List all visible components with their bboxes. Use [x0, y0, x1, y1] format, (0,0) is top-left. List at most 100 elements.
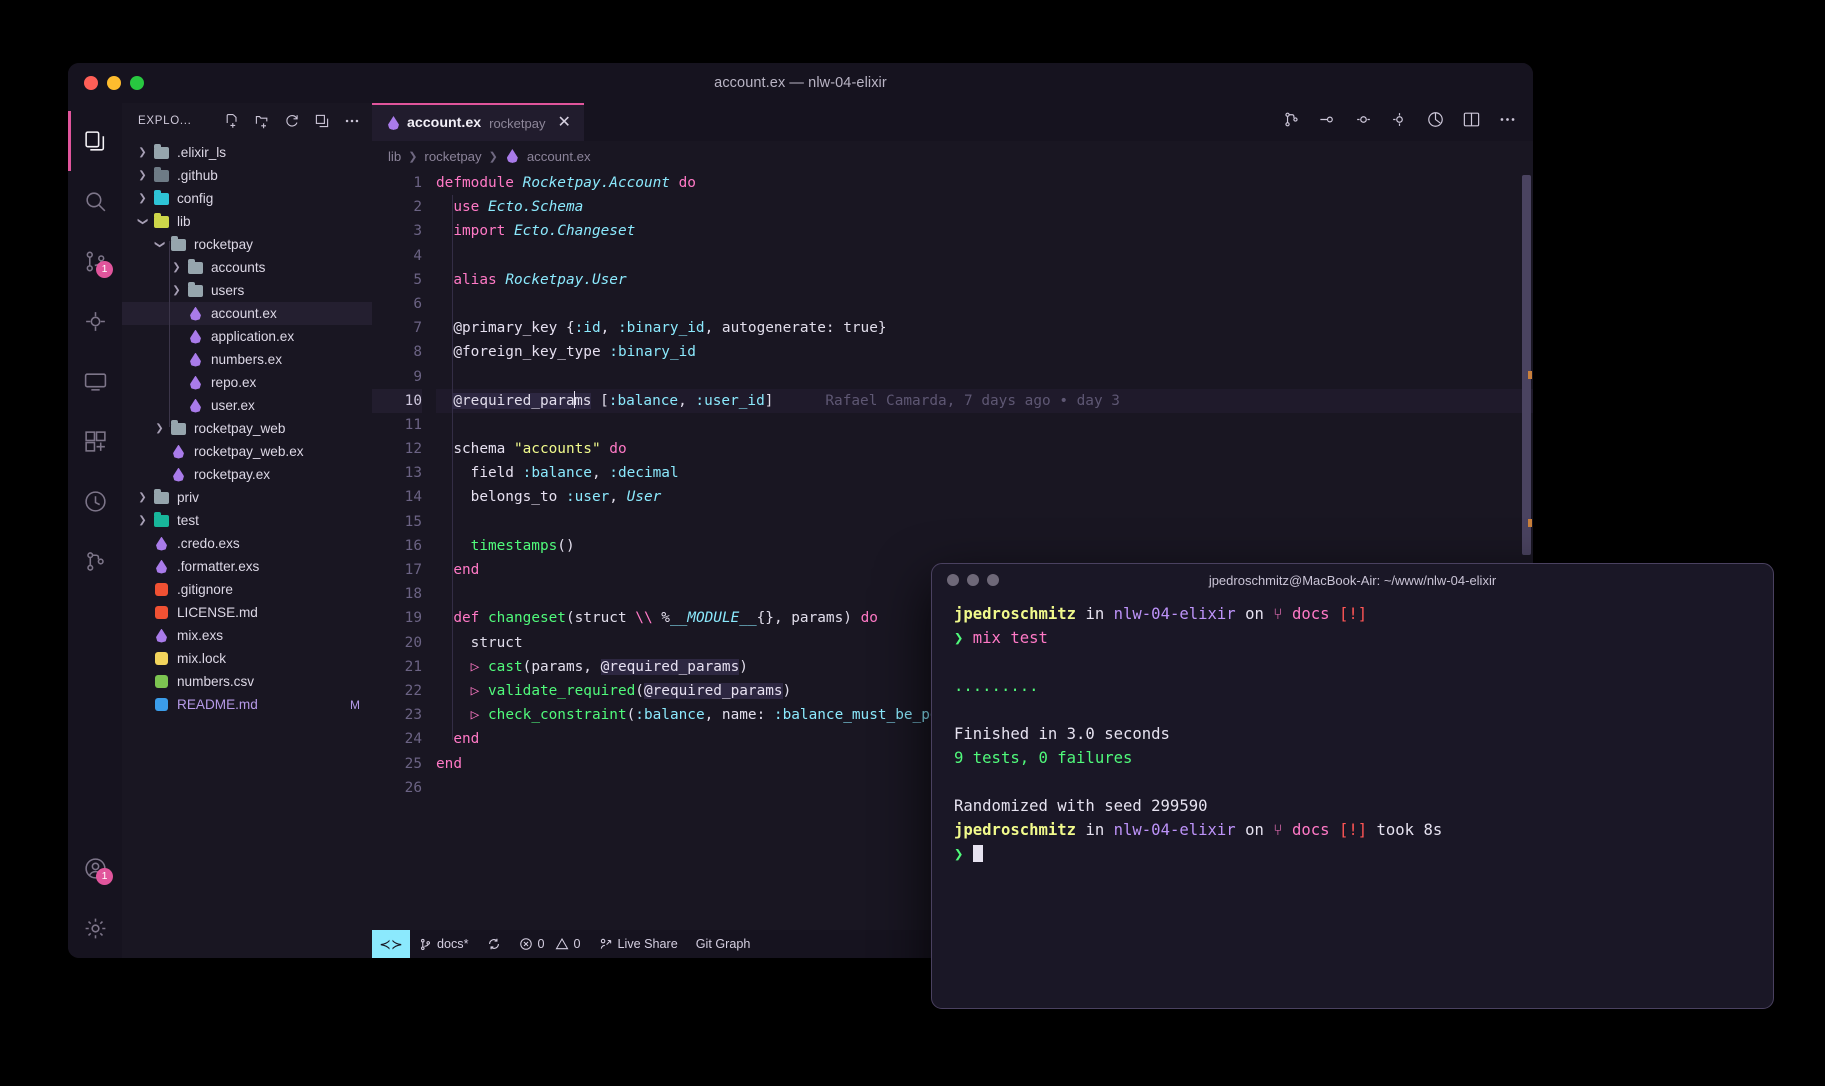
- code-line[interactable]: @required_params [:balance, :user_id] Ra…: [436, 388, 1533, 413]
- breadcrumb[interactable]: lib ❯ rocketpay ❯ account.ex: [372, 141, 1533, 171]
- tree-file-account-ex[interactable]: account.ex: [122, 302, 372, 325]
- code-line[interactable]: field :balance, :decimal: [436, 461, 1533, 485]
- code-line[interactable]: [436, 365, 1533, 389]
- tree-folder-lib[interactable]: ❯ lib: [122, 210, 372, 233]
- collapse-all-icon[interactable]: [311, 111, 332, 132]
- csv-icon: [151, 675, 172, 688]
- tree-folder-config[interactable]: ❯ config: [122, 187, 372, 210]
- run-tests-icon[interactable]: [1318, 110, 1337, 134]
- status-problems[interactable]: 0 0: [510, 930, 590, 958]
- tab-account-ex[interactable]: account.ex rocketpay ✕: [372, 103, 584, 141]
- elixir-icon: [168, 444, 189, 459]
- tree-file-mix-exs[interactable]: mix.exs: [122, 624, 372, 647]
- close-icon[interactable]: ✕: [558, 115, 571, 131]
- remote-window-icon[interactable]: ≺≻: [372, 930, 410, 958]
- terminal-output[interactable]: jpedroschmitz in nlw-04-elixir on ⑂ docs…: [932, 596, 1773, 1008]
- elixir-icon: [151, 628, 172, 643]
- tree-file-rocketpay-web-ex[interactable]: rocketpay_web.ex: [122, 440, 372, 463]
- debug-test-icon[interactable]: [1354, 110, 1373, 134]
- new-file-icon[interactable]: [221, 111, 242, 132]
- ellipsis-icon[interactable]: [1498, 110, 1517, 134]
- tree-file-credo-exs[interactable]: .credo.exs: [122, 532, 372, 555]
- folder-icon: [168, 235, 189, 251]
- activity-item-explorer[interactable]: [68, 111, 122, 171]
- code-line[interactable]: import Ecto.Changeset: [436, 219, 1533, 243]
- code-line[interactable]: [436, 510, 1533, 534]
- status-sync[interactable]: [478, 930, 510, 958]
- code-line[interactable]: alias Rocketpay.User: [436, 268, 1533, 292]
- tree-file-numbers-csv[interactable]: numbers.csv: [122, 670, 372, 693]
- code-line[interactable]: [436, 413, 1533, 437]
- code-line[interactable]: use Ecto.Schema: [436, 195, 1533, 219]
- line-number: 24: [404, 731, 422, 748]
- terminal-segment: took 8s: [1367, 821, 1443, 839]
- code-line[interactable]: [436, 292, 1533, 316]
- chevron-right-icon: ❯: [408, 150, 418, 163]
- breadcrumb-item-lib[interactable]: lib: [388, 149, 401, 164]
- code-line[interactable]: [436, 244, 1533, 268]
- folder-icon: [168, 419, 189, 435]
- tree-file-license-md[interactable]: LICENSE.md: [122, 601, 372, 624]
- activity-item-settings[interactable]: [68, 898, 122, 958]
- tree-folder-users[interactable]: ❯ users: [122, 279, 372, 302]
- ellipsis-icon[interactable]: [341, 111, 362, 132]
- activity-item-accounts[interactable]: 1: [68, 838, 122, 898]
- tree-item-label: mix.exs: [177, 628, 224, 643]
- file-tree[interactable]: ❯ .elixir_ls ❯ .github ❯ config ❯ lib ❯ rocketpay…: [122, 139, 372, 958]
- code-line[interactable]: timestamps(): [436, 534, 1533, 558]
- code-line[interactable]: @foreign_key_type :binary_id: [436, 340, 1533, 364]
- status-git-graph[interactable]: Git Graph: [687, 930, 760, 958]
- activity-item-testing[interactable]: [68, 471, 122, 531]
- tree-folder-rocketpay[interactable]: ❯ rocketpay: [122, 233, 372, 256]
- tree-file-formatter-exs[interactable]: .formatter.exs: [122, 555, 372, 578]
- tree-folder-github[interactable]: ❯ .github: [122, 164, 372, 187]
- tree-folder-rocketpay-web[interactable]: ❯ rocketpay_web: [122, 417, 372, 440]
- tree-file-numbers-ex[interactable]: numbers.ex: [122, 348, 372, 371]
- tree-file-repo-ex[interactable]: repo.ex: [122, 371, 372, 394]
- tree-file-application-ex[interactable]: application.ex: [122, 325, 372, 348]
- line-number: 25: [404, 755, 422, 772]
- tree-file-rocketpay-ex[interactable]: rocketpay.ex: [122, 463, 372, 486]
- line-number: 17: [404, 562, 422, 578]
- activity-item-git-graph[interactable]: [68, 531, 122, 591]
- activity-item-search[interactable]: [68, 171, 122, 231]
- tree-folder-test[interactable]: ❯ test: [122, 509, 372, 532]
- terminal-segment: in: [1076, 821, 1114, 839]
- terminal-segment: .........: [954, 677, 1039, 695]
- terminal-segment: ⑂ docs: [1273, 605, 1330, 623]
- code-line[interactable]: belongs_to :user, User: [436, 485, 1533, 509]
- scrollbar-thumb[interactable]: [1522, 175, 1531, 555]
- line-number: 23: [404, 707, 422, 724]
- tree-file-gitignore[interactable]: .gitignore: [122, 578, 372, 601]
- tree-item-label: account.ex: [211, 306, 277, 321]
- code-line[interactable]: defmodule Rocketpay.Account do: [436, 171, 1533, 195]
- tree-file-mix-lock[interactable]: mix.lock: [122, 647, 372, 670]
- split-editor-icon[interactable]: [1462, 110, 1481, 134]
- tree-item-label: rocketpay: [194, 237, 253, 252]
- line-number: 16: [404, 537, 422, 554]
- activity-item-source-control[interactable]: 1: [68, 231, 122, 291]
- run-and-debug-icon[interactable]: [1390, 110, 1409, 134]
- activity-item-run-and-debug[interactable]: [68, 291, 122, 351]
- status-branch[interactable]: docs*: [410, 930, 478, 958]
- code-line[interactable]: @primary_key {:id, :binary_id, autogener…: [436, 316, 1533, 340]
- coverage-icon[interactable]: [1426, 110, 1445, 134]
- git-graph-action-icon[interactable]: [1282, 110, 1301, 134]
- editor-tab-bar: account.ex rocketpay ✕: [372, 103, 1533, 141]
- new-folder-icon[interactable]: [251, 111, 272, 132]
- error-count: 0: [537, 937, 545, 951]
- activity-item-remote-explorer[interactable]: [68, 351, 122, 411]
- tree-file-user-ex[interactable]: user.ex: [122, 394, 372, 417]
- tree-folder-priv[interactable]: ❯ priv: [122, 486, 372, 509]
- refresh-icon[interactable]: [281, 111, 302, 132]
- breadcrumb-item-rocketpay[interactable]: rocketpay: [424, 149, 481, 164]
- code-line[interactable]: schema "accounts" do: [436, 437, 1533, 461]
- breadcrumb-item-account-ex[interactable]: account.ex: [527, 149, 591, 164]
- tree-folder-accounts[interactable]: ❯ accounts: [122, 256, 372, 279]
- tree-item-label: users: [211, 283, 245, 298]
- chevron-right-icon: ❯: [138, 170, 147, 181]
- tree-folder-elixir-ls[interactable]: ❯ .elixir_ls: [122, 141, 372, 164]
- status-live-share[interactable]: Live Share: [590, 930, 687, 958]
- tree-file-readme-md[interactable]: README.md M: [122, 693, 372, 716]
- activity-item-extensions[interactable]: [68, 411, 122, 471]
